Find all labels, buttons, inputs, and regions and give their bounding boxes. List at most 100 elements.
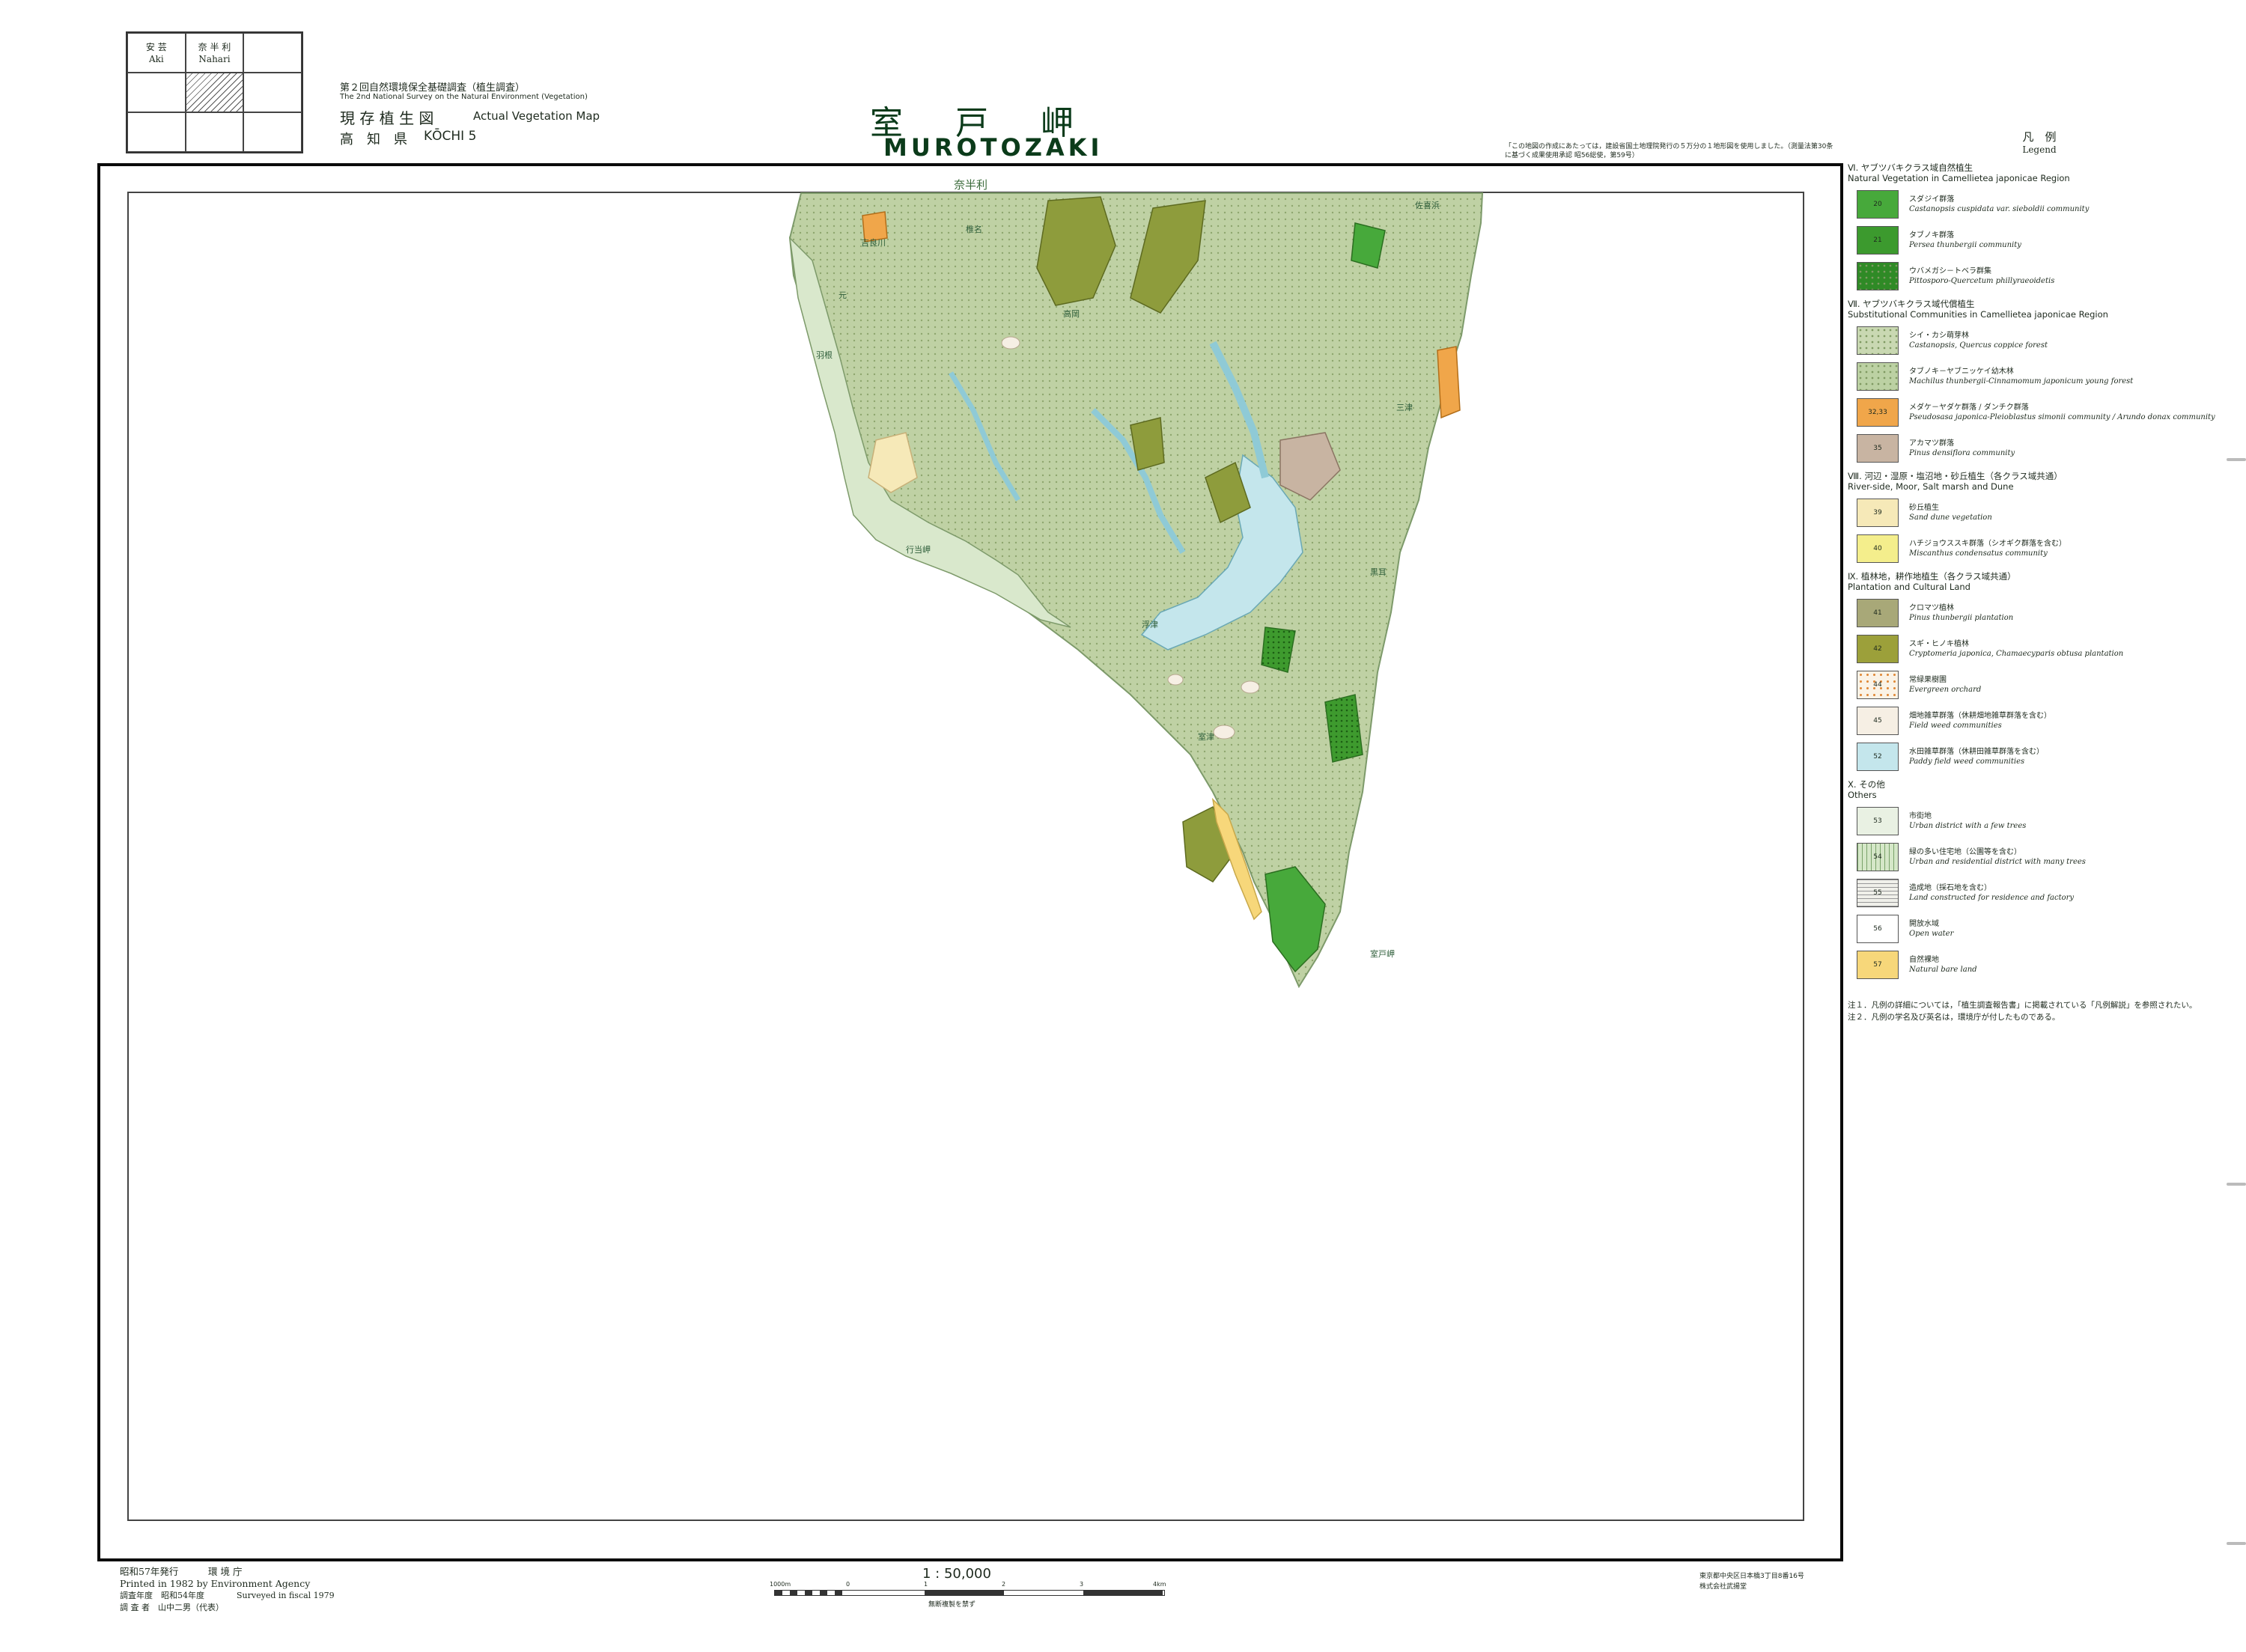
index-cell [127,73,186,112]
legend-note: 注２．凡例の学名及び英名は，環境庁が付したものである。 [1848,1013,2060,1022]
legend-item: 40 ハチジョウススキ群落（シオギク群落を含む） Miscanthus conden… [1857,534,2231,564]
index-cell-en: Nahari [198,53,231,64]
legend-swatch [1857,362,1899,391]
legend-item-text: 畑地雑草群落（休耕畑地雑草群落を含む） Field weed communitie… [1909,711,2051,731]
surveyed-en: Surveyed in fiscal 1979 [237,1591,335,1600]
legend-item-text: スダジイ群落 Castanopsis cuspidata var. siebold… [1909,195,2089,214]
legend-item-en: Sand dune vegetation [1909,513,1992,522]
index-cell-en: Aki [148,53,164,64]
index-cell-jp: 安 芸 [145,41,167,52]
map-place-label: 椎名 [966,224,982,234]
legend-title-en: Legend [2022,144,2057,155]
legend-section-heading-en: Substitutional Communities in Camelliete… [1848,309,2108,320]
legend-item-en: Urban district with a few trees [1909,822,2027,830]
legend-item-jp: スギ・ヒノキ植林 [1909,640,1969,648]
legend-item-jp: シイ・カシ萌芽林 [1909,332,1969,340]
legend-item-en: Paddy field weed communities [1909,758,2025,766]
legend-title-jp: 凡 例 [2022,130,2057,144]
legend-item-text: ハチジョウススキ群落（シオギク群落を含む） Miscanthus condensa… [1909,539,2066,558]
legend-item: ウバメガシ－トベラ群集 Pittosporo-Quercetum phillyra… [1857,261,2231,291]
bamboo-community-patch [862,211,888,243]
map-place-label: 浮津 [1142,620,1158,630]
legend-swatch: 20 [1857,190,1899,219]
legend-item-jp: ハチジョウススキ群落（シオギク群落を含む） [1909,540,2066,548]
legend-swatch [1857,262,1899,290]
scale-tick: 4km [1153,1581,1166,1588]
binder-mark [2227,458,2246,461]
map-place-label: 吉良川 [861,237,886,248]
survey-title-jp: 第２回自然環境保全基礎調査（植生調査） [340,82,526,94]
legend-section-heading-jp: Ⅷ. 河辺・湿原・塩沼地・砂丘植生（各クラス域共通） [1848,471,2063,481]
legend-item-text: クロマツ植林 Pinus thunbergii plantation [1909,603,2013,623]
legend-swatch [1857,326,1899,355]
legend-item-jp: クロマツ植林 [1909,604,1954,612]
legend-item-text: 市街地 Urban district with a few trees [1909,811,2026,831]
binder-mark [2227,1542,2246,1545]
legend-item-text: アカマツ群落 Pinus densiflora community [1909,439,2015,458]
legend-section: Ⅶ. ヤブツバキクラス域代償植生 Substitutional Communiti… [1848,299,2231,463]
field-patch [1241,680,1260,694]
legend-item: 32,33 メダケ－ヤダケ群落 / ダンチク群落 Pseudosasa japoni… [1857,397,2231,427]
field-patch [1213,725,1235,740]
legend-item-jp: 市街地 [1909,812,1932,820]
legend-item-text: ウバメガシ－トベラ群集 Pittosporo-Quercetum phillyra… [1909,266,2054,286]
legend-item: タブノキ－ヤブニッケイ幼木林 Machilus thunbergii-Cinnam… [1857,362,2231,391]
legend-swatch: 21 [1857,226,1899,254]
published-jp: 昭和57年発行 [120,1566,179,1577]
legend-item-jp: メダケ－ヤダケ群落 / ダンチク群落 [1909,403,2029,412]
legend-swatch: 39 [1857,499,1899,527]
agency-jp: 環 境 庁 [208,1566,243,1577]
legend-item-text: 常緑果樹園 Evergreen orchard [1909,675,1981,695]
legend-item-en: Pinus thunbergii plantation [1909,614,2014,622]
legend-swatch: 41 [1857,599,1899,627]
legend-item-jp: スダジイ群落 [1909,195,1955,204]
legend-item-text: タブノキ群落 Persea thunbergii community [1909,231,2021,250]
legend-item-en: Pseudosasa japonica-Pleioblastus simonii… [1909,413,2215,421]
legend-swatch: 35 [1857,434,1899,463]
legend-item-en: Miscanthus condensatus community [1909,549,2048,558]
legend-swatch: 53 [1857,807,1899,835]
scale-tick: 1000m [770,1581,791,1588]
legend-item-text: 開放水域 Open water [1909,919,1953,939]
legend-item-text: シイ・カシ萌芽林 Castanopsis, Quercus coppice for… [1909,331,2048,350]
legend-section: Ⅸ. 植林地，耕作地植生（各クラス域共通） Plantation and Cult… [1848,571,2231,772]
legend-item-jp: 水田雑草群落（休耕田雑草群落を含む） [1909,748,2044,756]
map-place-label: 高岡 [1063,308,1080,319]
printed-by: Printed in 1982 by Environment Agency [120,1578,311,1589]
map-place-label: 佐喜浜 [1415,200,1440,210]
field-patch [1167,674,1184,686]
legend-section-heading-jp: Ⅹ. その他 [1848,779,1885,790]
legend-section-heading-jp: Ⅵ. ヤブツバキクラス域自然植生 [1848,162,1973,173]
map-place-label: 黒耳 [1370,567,1387,577]
scale-bar [774,1590,1165,1596]
legend-item-en: Urban and residential district with many… [1909,858,2086,866]
index-cell: 安 芸 Aki [127,33,186,73]
legend-item: シイ・カシ萌芽林 Castanopsis, Quercus coppice for… [1857,326,2231,356]
legend-item-text: 造成地（採石地を含む） Land constructed for residenc… [1909,883,2074,903]
legend-item: 55 造成地（採石地を含む） Land constructed for reside… [1857,878,2231,908]
sheet-code: KŌCHI 5 [424,129,477,144]
index-cell [185,112,244,152]
legend-item-text: 水田雑草群落（休耕田雑草群落を含む） Paddy field weed commu… [1909,747,2044,766]
map-type-jp: 現 存 植 生 図 [340,109,434,127]
legend-item-text: 自然裸地 Natural bare land [1909,955,1977,975]
map-place-label: 室津 [1198,731,1214,742]
map-place-label: 室戸岬 [1370,948,1395,959]
legend-item-en: Evergreen orchard [1909,686,1982,694]
legend-item-jp: タブノキ群落 [1909,231,1954,240]
legend-swatch: 40 [1857,534,1899,563]
legend-item-text: スギ・ヒノキ植林 Cryptomeria japonica, Chamaecypa… [1909,639,2123,659]
map-place-label: 羽根 [816,350,833,360]
legend-section-heading-jp: Ⅸ. 植林地，耕作地植生（各クラス域共通） [1848,571,2016,582]
index-cell [243,73,302,112]
legend-section: Ⅹ. その他 Others 53 市街地 Urban district with a f… [1848,779,2231,980]
legend-item: 56 開放水域 Open water [1857,914,2231,944]
scale-tick: 0 [846,1581,850,1588]
legend-item: 54 緑の多い住宅地（公園等を含む） Urban and residential d… [1857,842,2231,872]
map-title-en: MUROTOZAKI [883,133,1104,162]
legend-item: 44 常緑果樹園 Evergreen orchard [1857,670,2231,700]
vegetation-map: 奈半利 吉良川室戸岬 元羽根行当岬 高岡浮津室津 佐喜浜三津 椎名黒耳 [788,178,1484,989]
index-cell-current-sheet [185,73,244,112]
legend-item-jp: 開放水域 [1909,920,1939,928]
top-note: 「この地図の作成にあたっては，建設省国土地理院発行の５万分の１地形図を使用しまし… [1505,143,1833,159]
